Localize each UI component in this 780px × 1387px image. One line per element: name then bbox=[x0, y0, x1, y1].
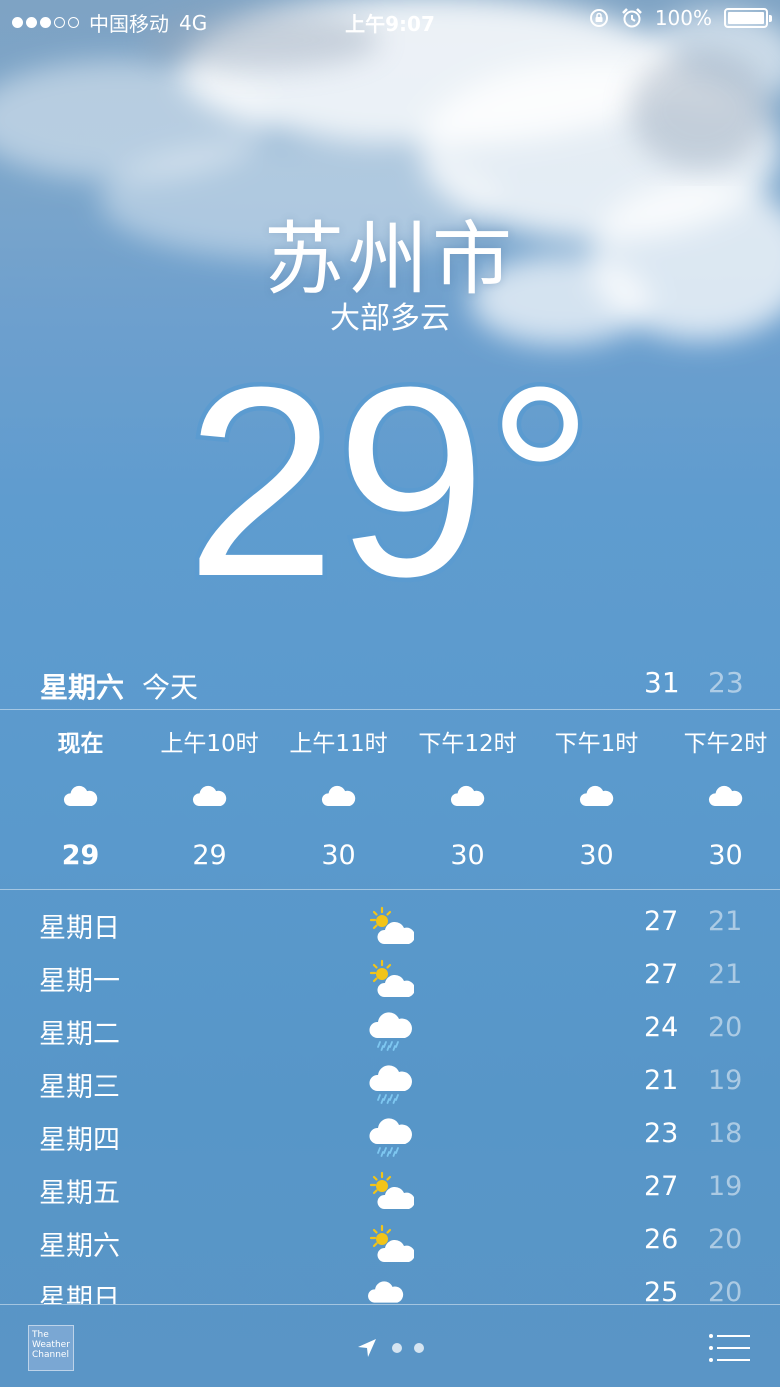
hour-time: 现在 bbox=[57, 731, 104, 757]
divider bbox=[0, 709, 780, 710]
battery-percentage: 100% bbox=[654, 6, 712, 30]
day-low: 20 bbox=[708, 1224, 743, 1255]
weather-channel-logo[interactable]: The Weather Channel bbox=[28, 1325, 74, 1371]
page-dot[interactable] bbox=[392, 1343, 402, 1353]
daily-row: 星期日 25 20 bbox=[0, 1267, 780, 1304]
day-high: 26 bbox=[644, 1224, 679, 1255]
day-name: 星期日 bbox=[39, 1284, 120, 1304]
rain-cloud-icon bbox=[366, 1012, 414, 1052]
hour-time: 下午1时 bbox=[554, 731, 639, 757]
hour-temperature: 30 bbox=[708, 840, 743, 871]
day-name: 星期四 bbox=[39, 1125, 120, 1156]
day-high: 27 bbox=[644, 1171, 679, 1202]
day-name: 星期一 bbox=[39, 966, 120, 997]
day-low: 19 bbox=[708, 1171, 743, 1202]
cloud-icon bbox=[707, 782, 743, 808]
day-high: 27 bbox=[644, 959, 679, 990]
weather-condition: 大部多云 bbox=[330, 301, 450, 336]
hour-time: 上午11时 bbox=[289, 731, 388, 757]
day-low: 18 bbox=[708, 1118, 743, 1149]
status-bar: 中国移动 4G 上午9:07 100% bbox=[0, 0, 780, 40]
today-high: 31 bbox=[644, 666, 680, 699]
day-low: 20 bbox=[708, 1277, 743, 1304]
hour-temperature: 30 bbox=[579, 840, 614, 871]
day-name: 星期二 bbox=[39, 1019, 120, 1050]
partly-sunny-icon bbox=[366, 959, 415, 999]
cloud-icon bbox=[578, 782, 614, 808]
day-low: 21 bbox=[708, 959, 743, 990]
hour-time: 下午12时 bbox=[418, 731, 517, 757]
today-label: 今天 bbox=[142, 671, 199, 704]
partly-sunny-icon bbox=[366, 1224, 415, 1264]
daily-row: 星期六 26 20 bbox=[0, 1214, 780, 1267]
location-arrow-icon[interactable] bbox=[356, 1337, 378, 1359]
day-high: 21 bbox=[644, 1065, 679, 1096]
current-temperature-text: 29° bbox=[186, 360, 594, 600]
page-dot[interactable] bbox=[414, 1343, 424, 1353]
rotation-lock-icon bbox=[589, 9, 608, 27]
day-low: 20 bbox=[708, 1012, 743, 1043]
today-low: 23 bbox=[708, 666, 744, 699]
divider bbox=[0, 889, 780, 890]
day-high: 25 bbox=[644, 1277, 679, 1304]
partly-sunny-icon bbox=[366, 906, 415, 946]
alarm-icon bbox=[621, 8, 642, 28]
day-high: 23 bbox=[644, 1118, 679, 1149]
rain-cloud-icon bbox=[366, 1065, 414, 1105]
cloud-icon bbox=[191, 782, 227, 808]
current-temperature: 29° bbox=[0, 360, 780, 600]
daily-row: 星期五 27 19 bbox=[0, 1161, 780, 1214]
today-day: 星期六 bbox=[40, 671, 125, 704]
day-name: 星期日 bbox=[39, 913, 120, 944]
daily-row: 星期一 27 21 bbox=[0, 949, 780, 1002]
daily-row: 星期三 21 19 bbox=[0, 1055, 780, 1108]
day-low: 19 bbox=[708, 1065, 743, 1096]
daily-row: 星期二 24 20 bbox=[0, 1002, 780, 1055]
day-name: 星期五 bbox=[39, 1178, 120, 1209]
daily-row: 星期日 27 21 bbox=[0, 896, 780, 949]
list-icon[interactable] bbox=[708, 1333, 752, 1363]
partly-sunny-icon bbox=[366, 1171, 415, 1211]
hourly-forecast[interactable]: 现在 29 上午10时 29 上午11时 30 下午12时 30 下午1时 30 下午2时 30 bbox=[0, 712, 780, 888]
rain-cloud-icon bbox=[366, 1118, 414, 1158]
day-low: 21 bbox=[708, 906, 743, 937]
daily-forecast[interactable]: 星期日 27 21 星期一 27 21 星期二 24 20 星期三 21 19 星期四 23 18 星期五 27… bbox=[0, 896, 780, 1304]
hour-temperature: 29 bbox=[192, 840, 227, 871]
weather-channel-logo-text: The Weather Channel bbox=[32, 1330, 70, 1360]
battery-icon bbox=[724, 8, 772, 28]
hour-temperature: 30 bbox=[450, 840, 485, 871]
cloud-icon bbox=[449, 782, 485, 808]
day-high: 24 bbox=[644, 1012, 679, 1043]
day-name: 星期三 bbox=[39, 1072, 120, 1103]
day-high: 27 bbox=[644, 906, 679, 937]
cloud-icon bbox=[62, 782, 98, 808]
cloud-icon bbox=[366, 1277, 414, 1304]
today-summary: 星期六 今天 31 23 bbox=[0, 660, 780, 708]
cloud-icon bbox=[320, 782, 356, 808]
day-name: 星期六 bbox=[39, 1231, 120, 1262]
daily-row: 星期四 23 18 bbox=[0, 1108, 780, 1161]
hour-time: 上午10时 bbox=[160, 731, 259, 757]
bottom-toolbar: The Weather Channel bbox=[0, 1304, 780, 1387]
hour-temperature: 29 bbox=[61, 840, 100, 871]
hour-time: 下午2时 bbox=[683, 731, 768, 757]
hour-temperature: 30 bbox=[321, 840, 356, 871]
